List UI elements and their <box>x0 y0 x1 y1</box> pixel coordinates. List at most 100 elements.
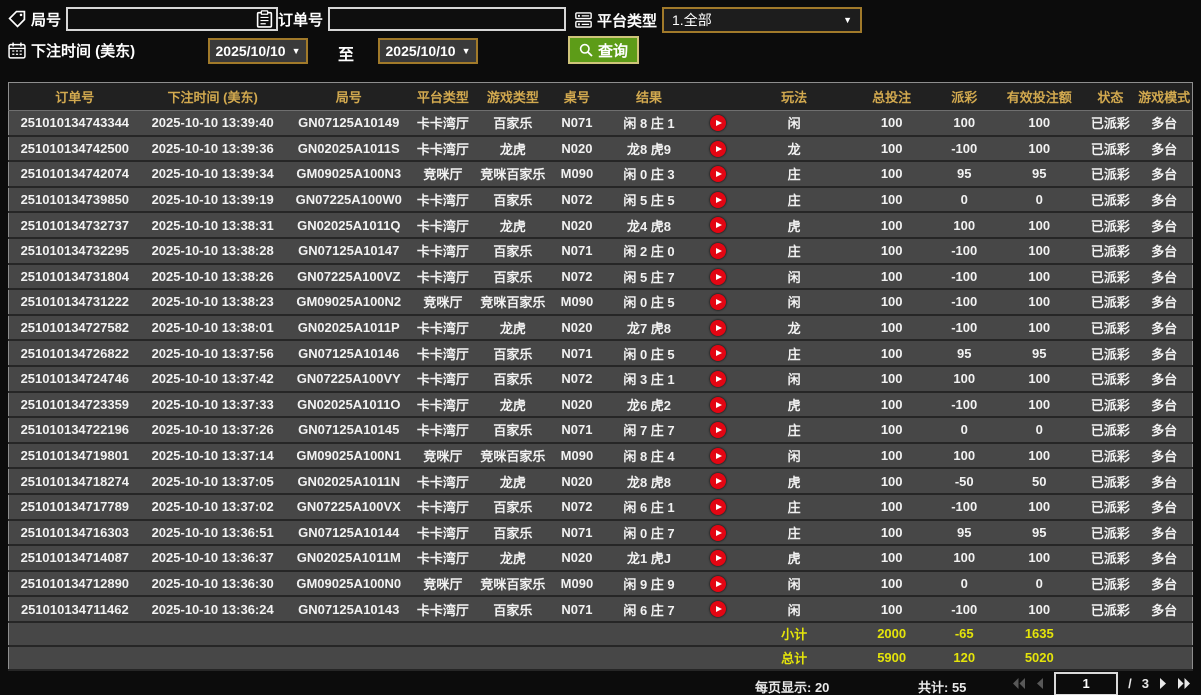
cell-valid: 100 <box>994 494 1084 520</box>
cell-hall: 卡卡湾厅 <box>413 212 473 238</box>
cell-valid: 100 <box>994 111 1084 136</box>
subtotal-row: 小计2000-651635 <box>9 622 1193 646</box>
total-pages-label: 3 <box>1142 676 1149 691</box>
cell-empty <box>1084 622 1136 646</box>
table-row: 2510101347198012025-10-10 13:37:14GM0902… <box>9 443 1193 469</box>
play-icon[interactable] <box>710 499 726 515</box>
play-icon[interactable] <box>710 473 726 489</box>
date-to-picker[interactable]: 2025/10/10 ▼ <box>378 38 478 64</box>
column-header-8: 玩法 <box>739 83 849 111</box>
cell-order: 251010134742074 <box>9 161 141 187</box>
play-icon[interactable] <box>710 320 726 336</box>
last-page-button[interactable] <box>1177 678 1191 689</box>
cell-time: 2025-10-10 13:38:28 <box>141 238 285 264</box>
first-page-button[interactable] <box>1012 678 1026 689</box>
bet-records-screen: 局号 订单号 平台类型 1.全部 ▼ 下注时间 (美东) 2025/10/10 … <box>0 0 1201 695</box>
prev-page-button[interactable] <box>1036 678 1044 689</box>
cell-payout: 95 <box>934 520 994 546</box>
cell-valid: 100 <box>994 545 1084 571</box>
cell-table: N071 <box>553 596 601 622</box>
play-icon[interactable] <box>710 525 726 541</box>
next-page-button[interactable] <box>1159 678 1167 689</box>
page-number-input[interactable] <box>1054 672 1118 695</box>
play-icon[interactable] <box>710 371 726 387</box>
play-icon[interactable] <box>710 422 726 438</box>
cell-order: 251010134722196 <box>9 417 141 443</box>
cell-mode: 多台 <box>1136 289 1192 315</box>
cell-empty <box>1084 646 1136 670</box>
cell-payout: 95 <box>934 340 994 366</box>
cell-valid: 50 <box>994 468 1084 494</box>
cell-bet: 闲 <box>739 596 849 622</box>
cell-total: 100 <box>849 238 934 264</box>
play-icon[interactable] <box>710 448 726 464</box>
play-icon[interactable] <box>710 141 726 157</box>
bet-time-label: 下注时间 (美东) <box>31 40 135 61</box>
play-icon[interactable] <box>710 294 726 310</box>
order-no-label: 订单号 <box>278 9 323 30</box>
table-footer: 每页显示: 20 共计: 55 / 3 <box>0 671 1201 695</box>
cell-bet: 闲 <box>739 289 849 315</box>
play-icon[interactable] <box>710 601 726 617</box>
cell-result: 龙1 虎J <box>601 545 697 571</box>
pagination: / 3 <box>1012 673 1191 695</box>
chevron-down-icon: ▼ <box>843 15 852 25</box>
cell-hall: 卡卡湾厅 <box>413 111 473 136</box>
cell-mode: 多台 <box>1136 494 1192 520</box>
bet-records-table: 订单号下注时间 (美东)局号平台类型游戏类型桌号结果玩法总投注派彩有效投注额状态… <box>8 82 1193 671</box>
cell-mode: 多台 <box>1136 238 1192 264</box>
cell-status: 已派彩 <box>1084 545 1136 571</box>
cell-play <box>697 340 739 366</box>
cell-payout: -50 <box>934 468 994 494</box>
table-row: 2510101347114622025-10-10 13:36:24GN0712… <box>9 596 1193 622</box>
cell-round: GN02025A1011M <box>285 545 413 571</box>
chevron-down-icon: ▼ <box>292 46 301 56</box>
table-row: 2510101347182742025-10-10 13:37:05GN0202… <box>9 468 1193 494</box>
cell-hall: 竞咪厅 <box>413 289 473 315</box>
cell-time: 2025-10-10 13:38:31 <box>141 212 285 238</box>
cell-mode: 多台 <box>1136 212 1192 238</box>
cell-order: 251010134723359 <box>9 392 141 418</box>
play-icon[interactable] <box>710 192 726 208</box>
date-range-to-label: 至 <box>338 41 354 65</box>
play-icon[interactable] <box>710 576 726 592</box>
cell-table: N020 <box>553 315 601 341</box>
date-from-picker[interactable]: 2025/10/10 ▼ <box>208 38 308 64</box>
cell-empty <box>413 622 473 646</box>
cell-game: 龙虎 <box>473 136 553 162</box>
platform-type-value: 1.全部 <box>672 10 712 30</box>
platform-type-select[interactable]: 1.全部 ▼ <box>662 7 862 33</box>
cell-table: N020 <box>553 468 601 494</box>
table-header-row: 订单号下注时间 (美东)局号平台类型游戏类型桌号结果玩法总投注派彩有效投注额状态… <box>9 83 1193 111</box>
play-icon[interactable] <box>710 217 726 233</box>
cell-bet: 庄 <box>739 238 849 264</box>
cell-mode: 多台 <box>1136 264 1192 290</box>
cell-bet: 庄 <box>739 161 849 187</box>
cell-result: 闲 0 庄 5 <box>601 340 697 366</box>
cell-time: 2025-10-10 13:36:30 <box>141 571 285 597</box>
cell-play <box>697 468 739 494</box>
play-icon[interactable] <box>710 166 726 182</box>
order-no-input[interactable] <box>328 7 566 31</box>
play-icon[interactable] <box>710 345 726 361</box>
play-icon[interactable] <box>710 397 726 413</box>
query-button[interactable]: 查询 <box>568 36 639 64</box>
cell-total: 100 <box>849 264 934 290</box>
cell-order: 251010134739850 <box>9 187 141 213</box>
cell-valid: 0 <box>994 187 1084 213</box>
grand-total-row: 总计59001205020 <box>9 646 1193 670</box>
subtotal-row-payout: -65 <box>934 622 994 646</box>
cell-empty <box>1136 646 1192 670</box>
date-to-value: 2025/10/10 <box>386 43 456 59</box>
cell-total: 100 <box>849 596 934 622</box>
play-icon[interactable] <box>710 550 726 566</box>
column-header-13: 游戏模式 <box>1136 83 1192 111</box>
cell-valid: 95 <box>994 340 1084 366</box>
cell-empty <box>9 646 141 670</box>
play-icon[interactable] <box>710 115 726 131</box>
play-icon[interactable] <box>710 243 726 259</box>
cell-total: 100 <box>849 289 934 315</box>
game-no-input[interactable] <box>66 7 278 31</box>
play-icon[interactable] <box>710 269 726 285</box>
subtotal-row-valid: 1635 <box>994 622 1084 646</box>
